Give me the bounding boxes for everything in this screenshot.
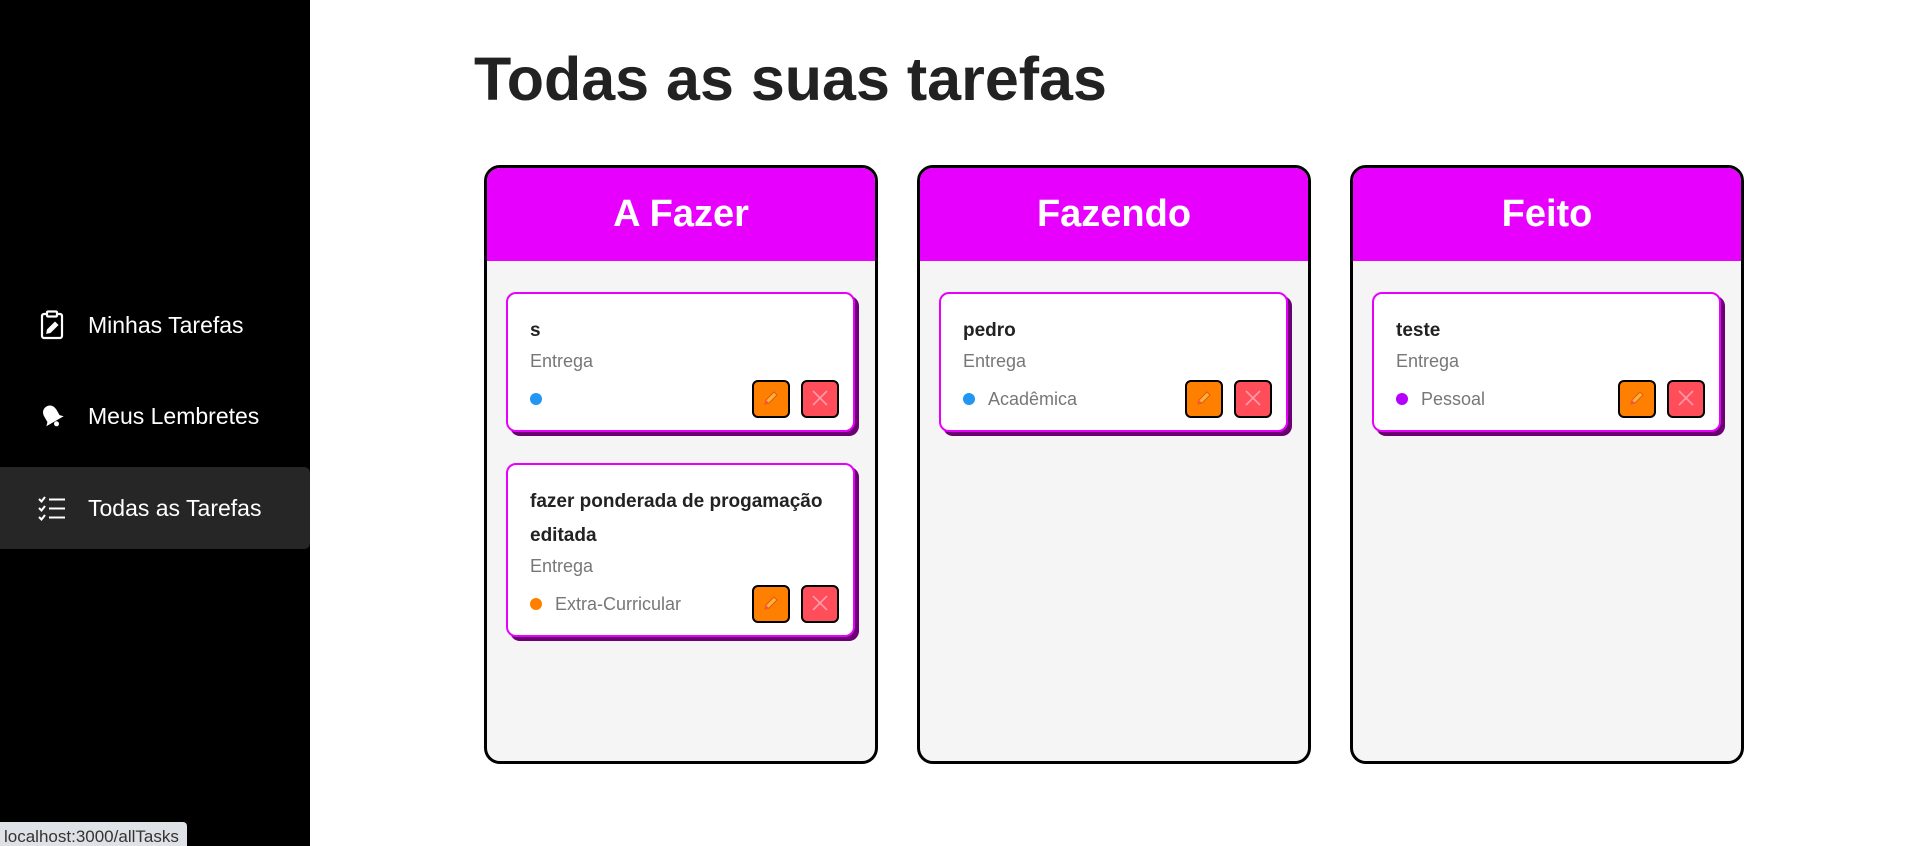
task-title: pedro [963, 320, 1016, 341]
pencil-icon [762, 594, 780, 615]
task-category: Extra-Curricular [555, 593, 682, 614]
delete-button[interactable] [801, 585, 839, 623]
edit-button[interactable] [752, 585, 790, 623]
category-dot [530, 598, 542, 610]
column-header: A Fazer [487, 168, 875, 261]
column-a-fazer: A Fazer s Entrega fazer ponderada de pro… [484, 165, 878, 764]
task-type: Entrega [963, 351, 1027, 371]
status-bar-url: localhost:3000/allTasks [0, 822, 187, 846]
sidebar-item-label: Minhas Tarefas [88, 311, 244, 338]
column-header: Feito [1353, 168, 1741, 261]
checklist-icon [36, 492, 68, 524]
pencil-icon [762, 389, 780, 410]
page-title: Todas as suas tarefas [474, 45, 1107, 113]
task-footer: Extra-Curricular [530, 585, 839, 623]
close-icon [1676, 388, 1696, 411]
task-actions [752, 380, 839, 418]
delete-button[interactable] [1667, 380, 1705, 418]
sidebar: Minhas Tarefas Meus Lembretes Todas as T… [0, 0, 310, 846]
delete-button[interactable] [1234, 380, 1272, 418]
category-dot [530, 393, 542, 405]
column-feito: Feito teste Entrega Pessoal [1350, 165, 1744, 764]
sidebar-item-label: Meus Lembretes [88, 402, 260, 429]
task-footer [530, 380, 839, 418]
task-actions [1618, 380, 1705, 418]
task-type: Entrega [530, 351, 594, 371]
task-card[interactable]: pedro Entrega Acadêmica [939, 292, 1288, 432]
bell-icon [36, 400, 68, 432]
task-category: Pessoal [1421, 388, 1486, 409]
column-fazendo: Fazendo pedro Entrega Acadêmica [917, 165, 1311, 764]
category-dot [963, 393, 975, 405]
sidebar-item-todas-as-tarefas[interactable]: Todas as Tarefas [0, 467, 310, 549]
task-title: fazer ponderada de progamação editada [530, 491, 823, 546]
close-icon [1243, 388, 1263, 411]
close-icon [810, 593, 830, 616]
task-category: Acadêmica [988, 388, 1078, 409]
clipboard-edit-icon [36, 309, 68, 341]
edit-button[interactable] [1618, 380, 1656, 418]
task-title: s [530, 320, 541, 341]
task-footer: Acadêmica [963, 380, 1272, 418]
sidebar-item-meus-lembretes[interactable]: Meus Lembretes [0, 375, 310, 457]
task-card[interactable]: fazer ponderada de progamação editada En… [506, 463, 855, 637]
task-title: teste [1396, 320, 1441, 341]
task-card[interactable]: teste Entrega Pessoal [1372, 292, 1721, 432]
edit-button[interactable] [752, 380, 790, 418]
task-card[interactable]: s Entrega [506, 292, 855, 432]
task-type: Entrega [530, 556, 594, 576]
task-actions [752, 585, 839, 623]
pencil-icon [1195, 389, 1213, 410]
task-footer: Pessoal [1396, 380, 1705, 418]
task-actions [1185, 380, 1272, 418]
pencil-icon [1628, 389, 1646, 410]
sidebar-item-minhas-tarefas[interactable]: Minhas Tarefas [0, 284, 310, 366]
close-icon [810, 388, 830, 411]
edit-button[interactable] [1185, 380, 1223, 418]
task-type: Entrega [1396, 351, 1460, 371]
delete-button[interactable] [801, 380, 839, 418]
column-header: Fazendo [920, 168, 1308, 261]
category-dot [1396, 393, 1408, 405]
sidebar-item-label: Todas as Tarefas [88, 494, 262, 521]
